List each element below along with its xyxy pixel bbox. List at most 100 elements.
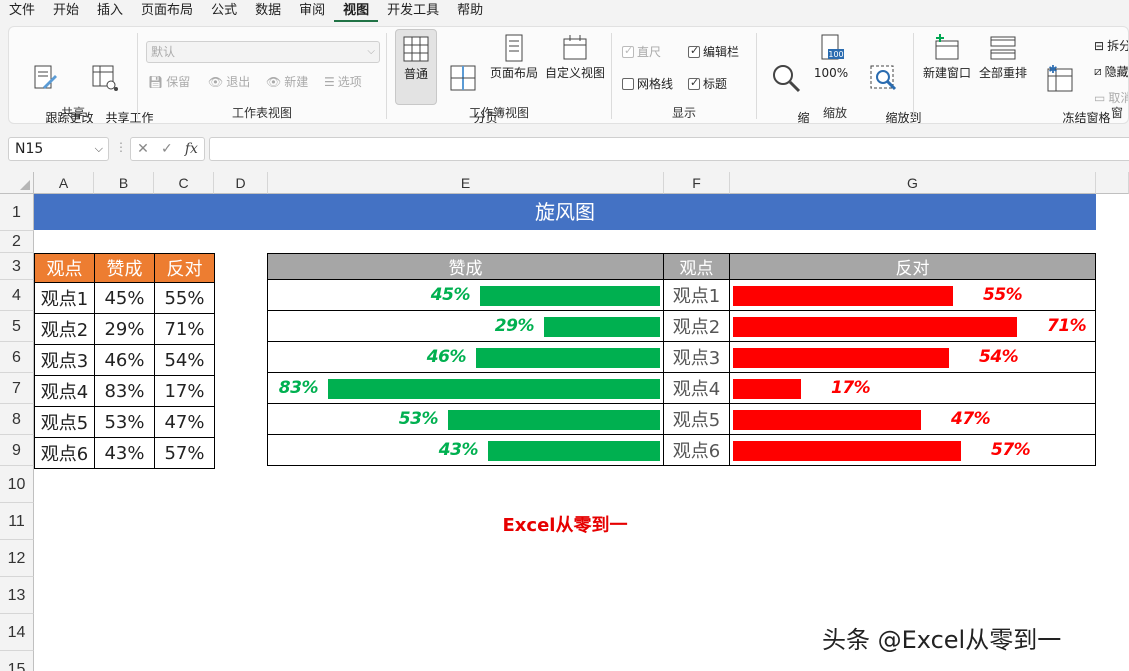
column-header[interactable]: A: [34, 172, 94, 194]
menu-item[interactable]: 插入: [88, 0, 132, 22]
oppose-cell[interactable]: 71%: [729, 310, 1096, 342]
table-cell[interactable]: 观点2: [34, 313, 95, 345]
agree-cell[interactable]: 53%: [267, 403, 664, 435]
agree-cell[interactable]: 29%: [267, 310, 664, 342]
table-cell[interactable]: 57%: [154, 437, 215, 469]
oppose-cell[interactable]: 17%: [729, 372, 1096, 404]
table-header-cell[interactable]: 赞成: [94, 253, 155, 283]
row-header[interactable]: 14: [0, 614, 34, 651]
agree-cell[interactable]: 46%: [267, 341, 664, 373]
select-all-corner[interactable]: [0, 172, 34, 194]
zoom-100-button[interactable]: 100 100%: [811, 33, 851, 81]
sheet-view-combo[interactable]: 默认 ⌵: [146, 41, 380, 63]
menu-item[interactable]: 文件: [0, 0, 44, 22]
table-header-cell[interactable]: 观点: [34, 253, 95, 283]
agree-cell[interactable]: 45%: [267, 279, 664, 311]
table-cell[interactable]: 观点4: [34, 375, 95, 407]
row-header[interactable]: 13: [0, 577, 34, 614]
oppose-cell[interactable]: 55%: [729, 279, 1096, 311]
row-header[interactable]: 1: [0, 194, 34, 231]
keep-button[interactable]: 💾︎ 保留: [148, 73, 190, 90]
category-label[interactable]: 观点4: [663, 372, 730, 404]
center-caption[interactable]: Excel从零到一: [440, 511, 690, 537]
options-button[interactable]: ☰ 选项: [324, 73, 362, 90]
split-button[interactable]: ⊟ 拆分: [1094, 37, 1128, 54]
ruler-checkbox[interactable]: 直尺: [622, 43, 661, 60]
row-header[interactable]: 8: [0, 404, 34, 435]
menu-item[interactable]: 审阅: [290, 0, 334, 22]
chevron-down-icon[interactable]: ⌵: [95, 138, 103, 160]
chart-header-cell[interactable]: 赞成: [267, 253, 664, 280]
hide-button[interactable]: ⧄ 隐藏: [1094, 63, 1128, 80]
table-cell[interactable]: 55%: [154, 282, 215, 314]
headings-checkbox[interactable]: 标题: [688, 75, 727, 92]
confirm-icon[interactable]: ✓: [161, 141, 173, 157]
oppose-cell[interactable]: 47%: [729, 403, 1096, 435]
row-header[interactable]: 5: [0, 311, 34, 342]
table-cell[interactable]: 观点6: [34, 437, 95, 469]
row-header[interactable]: 9: [0, 435, 34, 466]
category-label[interactable]: 观点2: [663, 310, 730, 342]
table-cell[interactable]: 83%: [94, 375, 155, 407]
new-view-button[interactable]: 👁︎ 新建: [266, 73, 308, 90]
column-header[interactable]: G: [730, 172, 1096, 194]
row-header[interactable]: 2: [0, 231, 34, 253]
category-label[interactable]: 观点6: [663, 434, 730, 466]
table-cell[interactable]: 54%: [154, 344, 215, 376]
formula-bar-checkbox[interactable]: 编辑栏: [688, 43, 739, 60]
column-header[interactable]: D: [214, 172, 268, 194]
menu-item[interactable]: 公式: [202, 0, 246, 22]
worksheet[interactable]: ABCDEFG 1 2 3 4 5 6 7 8 9 10 11 12 13 14 15 旋风图 观点 赞成 反对…: [0, 172, 1129, 671]
cancel-icon[interactable]: ✕: [137, 141, 149, 157]
table-cell[interactable]: 观点1: [34, 282, 95, 314]
page-layout-button[interactable]: 页面布局: [487, 33, 541, 81]
category-label[interactable]: 观点1: [663, 279, 730, 311]
row-header[interactable]: 4: [0, 280, 34, 311]
menu-item[interactable]: 页面布局: [132, 0, 202, 22]
name-box[interactable]: N15 ⌵: [8, 137, 109, 161]
normal-view-button[interactable]: 普通: [395, 29, 437, 105]
chart-header-cell[interactable]: 观点: [663, 253, 730, 280]
new-window-button[interactable]: 新建窗口: [920, 33, 974, 81]
row-header[interactable]: 15: [0, 651, 34, 671]
table-cell[interactable]: 17%: [154, 375, 215, 407]
insert-function-icon[interactable]: fx: [185, 141, 198, 157]
row-header[interactable]: 6: [0, 342, 34, 373]
row-header[interactable]: 11: [0, 503, 34, 540]
column-header[interactable]: B: [94, 172, 154, 194]
menu-item[interactable]: 帮助: [448, 0, 492, 22]
table-cell[interactable]: 46%: [94, 344, 155, 376]
menu-item[interactable]: 开始: [44, 0, 88, 22]
sheet-title[interactable]: 旋风图: [34, 194, 1096, 230]
menu-item[interactable]: 数据: [246, 0, 290, 22]
arrange-all-button[interactable]: 全部重排: [976, 33, 1030, 81]
agree-cell[interactable]: 43%: [267, 434, 664, 466]
category-label[interactable]: 观点5: [663, 403, 730, 435]
custom-view-button[interactable]: 自定义视图: [543, 33, 607, 81]
table-header-cell[interactable]: 反对: [154, 253, 215, 283]
table-cell[interactable]: 43%: [94, 437, 155, 469]
exit-button[interactable]: 👁︎ 退出: [208, 73, 250, 90]
row-header[interactable]: 7: [0, 373, 34, 404]
menu-item[interactable]: 视图: [334, 0, 379, 22]
table-cell[interactable]: 47%: [154, 406, 215, 438]
oppose-cell[interactable]: 57%: [729, 434, 1096, 466]
row-header[interactable]: 10: [0, 466, 34, 503]
table-cell[interactable]: 观点3: [34, 344, 95, 376]
category-label[interactable]: 观点3: [663, 341, 730, 373]
column-header[interactable]: C: [154, 172, 214, 194]
column-header[interactable]: F: [664, 172, 730, 194]
table-cell[interactable]: 观点5: [34, 406, 95, 438]
menu-item[interactable]: 开发工具: [378, 0, 448, 22]
gridlines-checkbox[interactable]: 网格线: [622, 75, 673, 92]
row-header[interactable]: 12: [0, 540, 34, 577]
table-cell[interactable]: 45%: [94, 282, 155, 314]
formula-input[interactable]: [209, 137, 1129, 161]
table-cell[interactable]: 53%: [94, 406, 155, 438]
table-cell[interactable]: 71%: [154, 313, 215, 345]
table-cell[interactable]: 29%: [94, 313, 155, 345]
agree-cell[interactable]: 83%: [267, 372, 664, 404]
freeze-panes-button[interactable]: ✱ 冻结窗格 ˅: [1032, 33, 1111, 123]
column-header[interactable]: E: [268, 172, 664, 194]
oppose-cell[interactable]: 54%: [729, 341, 1096, 373]
